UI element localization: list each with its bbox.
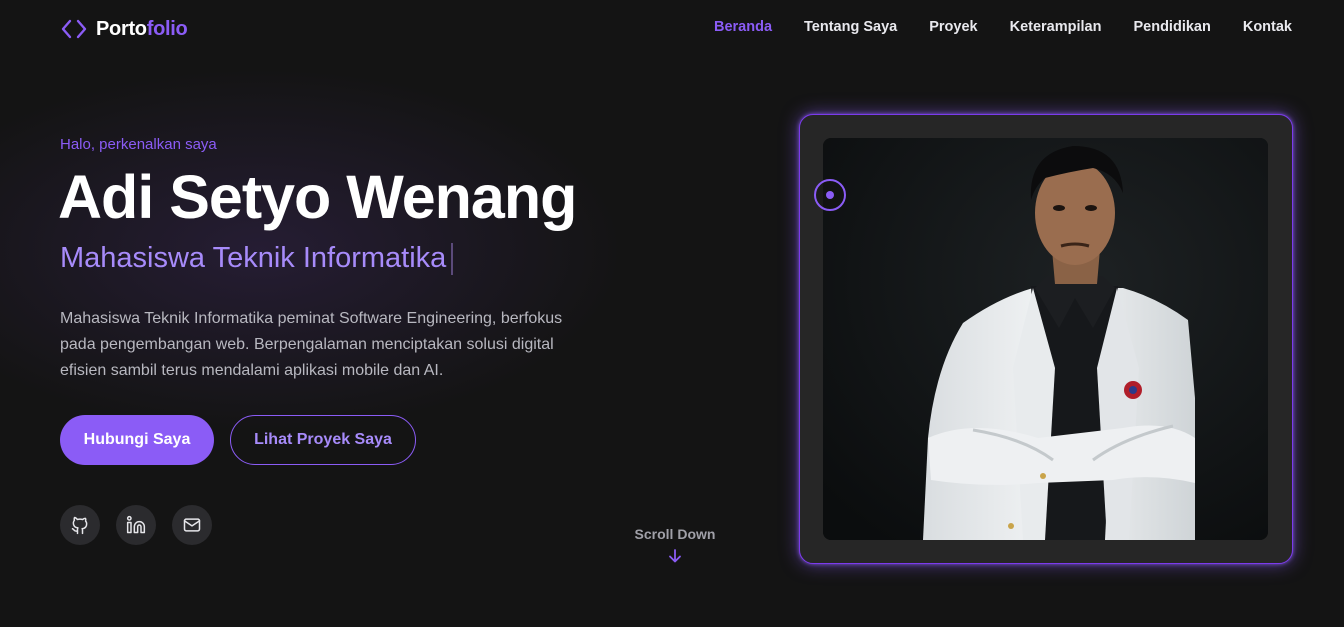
profile-photo-illustration <box>823 138 1268 540</box>
hero-role: Mahasiswa Teknik Informatika <box>60 242 454 275</box>
hero-description: Mahasiswa Teknik Informatika peminat Sof… <box>60 310 563 379</box>
linkedin-link[interactable] <box>116 505 156 545</box>
scroll-down-label: Scroll Down <box>634 526 716 542</box>
nav-item-kontak[interactable]: Kontak <box>1243 19 1292 35</box>
contact-button[interactable]: Hubungi Saya <box>60 415 214 465</box>
nav-item-beranda[interactable]: Beranda <box>714 19 772 35</box>
hero-name: Adi Setyo Wenang <box>58 163 577 231</box>
nav-item-keterampilan[interactable]: Keterampilan <box>1010 19 1102 35</box>
github-link[interactable] <box>60 505 100 545</box>
email-link[interactable] <box>172 505 212 545</box>
profile-photo <box>823 138 1268 540</box>
nav-menu: Beranda Tentang Saya Proyek Keterampilan… <box>682 19 1292 35</box>
decorative-dot-badge <box>814 179 846 211</box>
hero-greeting: Halo, perkenalkan saya <box>60 136 217 153</box>
scroll-down[interactable]: Scroll Down <box>615 526 735 569</box>
portfolio-page: Portofolio Beranda Tentang Saya Proyek K… <box>0 0 1344 627</box>
typing-caret <box>451 242 454 275</box>
navbar: Portofolio Beranda Tentang Saya Proyek K… <box>0 0 1344 58</box>
hero-role-text: Mahasiswa Teknik Informatika <box>60 242 447 274</box>
social-links <box>60 505 212 545</box>
linkedin-icon <box>126 515 146 534</box>
arrow-down-icon <box>669 549 681 563</box>
logo-text-part1: Porto <box>96 17 147 40</box>
github-icon <box>71 516 88 535</box>
nav-item-pendidikan[interactable]: Pendidikan <box>1133 19 1210 35</box>
nav-item-tentang-saya[interactable]: Tentang Saya <box>804 19 897 35</box>
logo-text-part2: folio <box>146 17 188 40</box>
code-brackets-icon <box>61 19 87 39</box>
logo[interactable]: Portofolio <box>60 16 188 42</box>
nav-item-proyek[interactable]: Proyek <box>929 19 977 35</box>
logo-text: Portofolio <box>96 17 188 41</box>
view-projects-button[interactable]: Lihat Proyek Saya <box>230 415 416 465</box>
mail-icon <box>183 518 201 532</box>
